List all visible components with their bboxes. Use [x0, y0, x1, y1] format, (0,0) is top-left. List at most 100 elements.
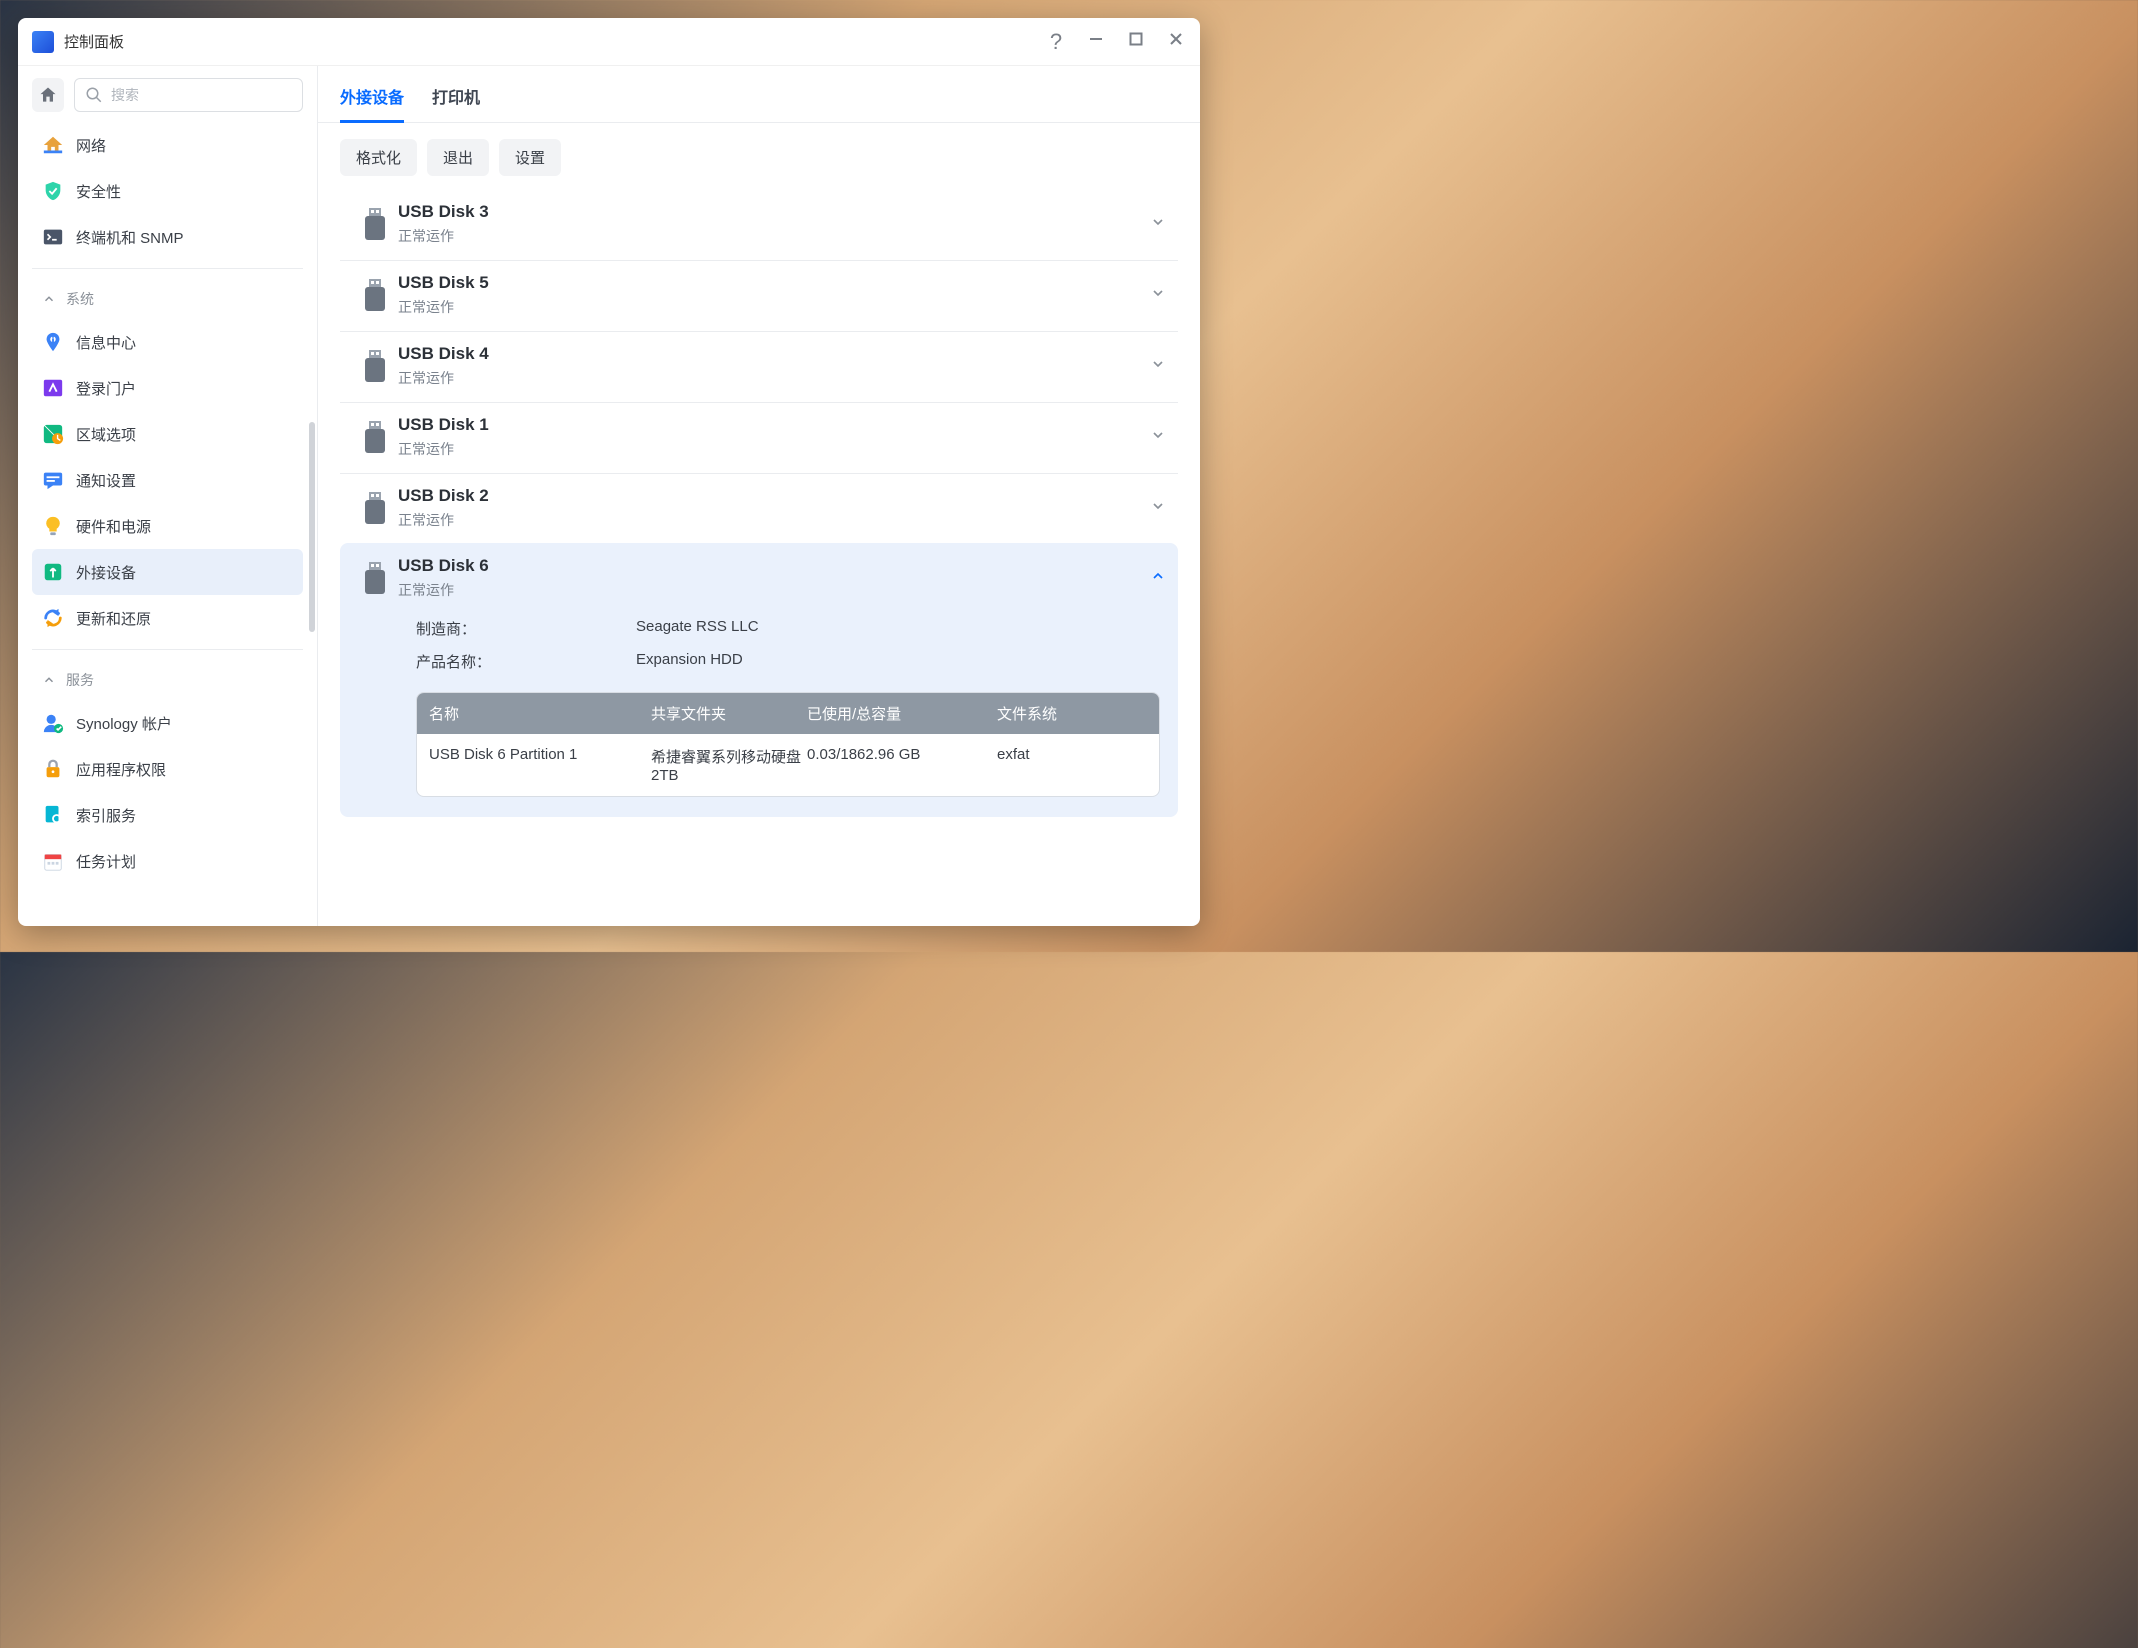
sidebar-item-label: 更新和还原 [76, 608, 151, 629]
sidebar-item-label: 索引服务 [76, 805, 136, 826]
partition-name: USB Disk 6 Partition 1 [429, 746, 651, 784]
main-panel: 外接设备 打印机 格式化 退出 设置 USB Disk 3 正常运作 [318, 66, 1200, 926]
maximize-button[interactable] [1126, 31, 1146, 52]
col-header-name: 名称 [429, 703, 651, 724]
partition-row[interactable]: USB Disk 6 Partition 1 希捷睿翼系列移动硬盘2TB 0.0… [417, 734, 1159, 796]
settings-button[interactable]: 设置 [499, 139, 561, 176]
device-status: 正常运作 [398, 368, 1150, 388]
eject-button[interactable]: 退出 [427, 139, 489, 176]
portal-icon [42, 377, 64, 399]
sidebar-item-network[interactable]: 网络 [32, 122, 303, 168]
help-button[interactable]: ? [1046, 29, 1066, 55]
tab-external-devices[interactable]: 外接设备 [340, 84, 404, 122]
sidebar-item-label: 任务计划 [76, 851, 136, 872]
partition-fs: exfat [997, 746, 1147, 784]
device-name: USB Disk 6 [398, 556, 1150, 576]
app-icon [32, 31, 54, 53]
lock-icon [42, 758, 64, 780]
usb-drive-icon [352, 278, 398, 312]
sidebar-item-app-privileges[interactable]: 应用程序权限 [32, 746, 303, 792]
sidebar-item-regional[interactable]: 区域选项 [32, 411, 303, 457]
sidebar-group-services[interactable]: 服务 [18, 658, 317, 700]
chevron-up-icon [42, 673, 56, 687]
sidebar-item-label: 网络 [76, 135, 106, 156]
usb-drive-icon [352, 420, 398, 454]
usb-drive-icon [352, 349, 398, 383]
sidebar-item-notification[interactable]: 通知设置 [32, 457, 303, 503]
device-row[interactable]: USB Disk 2 正常运作 [340, 473, 1178, 544]
account-icon [42, 712, 64, 734]
sidebar-scrollbar[interactable] [309, 422, 315, 632]
sidebar-item-login-portal[interactable]: 登录门户 [32, 365, 303, 411]
format-button[interactable]: 格式化 [340, 139, 417, 176]
action-bar: 格式化 退出 设置 [318, 123, 1200, 190]
sidebar-item-task-scheduler[interactable]: 任务计划 [32, 838, 303, 884]
manufacturer-value: Seagate RSS LLC [636, 618, 759, 639]
info-icon [42, 331, 64, 353]
chevron-down-icon [1150, 214, 1166, 235]
window-title: 控制面板 [64, 31, 1046, 52]
device-row[interactable]: USB Disk 3 正常运作 [340, 190, 1178, 260]
minimize-button[interactable] [1086, 31, 1106, 52]
sidebar-item-label: 区域选项 [76, 424, 136, 445]
home-button[interactable] [32, 78, 64, 112]
sidebar-item-label: 通知设置 [76, 470, 136, 491]
device-row[interactable]: USB Disk 5 正常运作 [340, 260, 1178, 331]
sidebar-item-info-center[interactable]: 信息中心 [32, 319, 303, 365]
network-icon [42, 134, 64, 156]
home-icon [38, 85, 58, 105]
device-row-expanded[interactable]: USB Disk 6 正常运作 [340, 543, 1178, 614]
device-name: USB Disk 3 [398, 202, 1150, 222]
usb-drive-icon [352, 561, 398, 595]
close-button[interactable] [1166, 31, 1186, 52]
col-header-fs: 文件系统 [997, 703, 1147, 724]
window-controls: ? [1046, 29, 1186, 55]
sidebar-item-label: 硬件和电源 [76, 516, 151, 537]
search-icon [85, 86, 103, 104]
sidebar-item-label: 安全性 [76, 181, 121, 202]
sidebar-item-label: 信息中心 [76, 332, 136, 353]
tab-printers[interactable]: 打印机 [432, 84, 480, 122]
sidebar-item-synology-account[interactable]: Synology 帐户 [32, 700, 303, 746]
col-header-usage: 已使用/总容量 [807, 703, 997, 724]
device-name: USB Disk 4 [398, 344, 1150, 364]
sidebar-item-security[interactable]: 安全性 [32, 168, 303, 214]
sidebar-item-hardware-power[interactable]: 硬件和电源 [32, 503, 303, 549]
chevron-down-icon [1150, 498, 1166, 519]
device-name: USB Disk 5 [398, 273, 1150, 293]
device-status: 正常运作 [398, 580, 1150, 600]
search-input[interactable] [111, 87, 292, 103]
device-row[interactable]: USB Disk 1 正常运作 [340, 402, 1178, 473]
sidebar-item-label: 终端机和 SNMP [76, 227, 184, 248]
sidebar-item-label: 登录门户 [76, 378, 136, 399]
sidebar-item-indexing[interactable]: 索引服务 [32, 792, 303, 838]
sidebar-item-external-devices[interactable]: 外接设备 [32, 549, 303, 595]
sidebar-item-label: Synology 帐户 [76, 713, 172, 734]
device-status: 正常运作 [398, 510, 1150, 530]
sidebar-item-update-restore[interactable]: 更新和还原 [32, 595, 303, 641]
terminal-icon [42, 226, 64, 248]
sidebar-group-system[interactable]: 系统 [18, 277, 317, 319]
device-status: 正常运作 [398, 439, 1150, 459]
usb-drive-icon [352, 207, 398, 241]
device-row[interactable]: USB Disk 4 正常运作 [340, 331, 1178, 402]
manufacturer-label: 制造商： [416, 618, 636, 639]
device-detail-panel: 制造商： Seagate RSS LLC 产品名称： Expansion HDD… [340, 610, 1178, 817]
device-status: 正常运作 [398, 297, 1150, 317]
sidebar-item-label: 外接设备 [76, 562, 136, 583]
chevron-up-icon [42, 292, 56, 306]
chevron-down-icon [1150, 285, 1166, 306]
document-search-icon [42, 804, 64, 826]
usb-drive-icon [352, 491, 398, 525]
control-panel-window: 控制面板 ? [18, 18, 1200, 926]
sidebar: 网络 安全性 终端机和 SNMP 系统 [18, 66, 318, 926]
sidebar-item-terminal-snmp[interactable]: 终端机和 SNMP [32, 214, 303, 260]
device-list: USB Disk 3 正常运作 USB Disk 5 正常运作 [318, 190, 1200, 926]
device-name: USB Disk 2 [398, 486, 1150, 506]
search-box[interactable] [74, 78, 303, 112]
partition-usage: 0.03/1862.96 GB [807, 746, 997, 784]
bulb-icon [42, 515, 64, 537]
titlebar: 控制面板 ? [18, 18, 1200, 66]
col-header-share: 共享文件夹 [651, 703, 807, 724]
partition-table: 名称 共享文件夹 已使用/总容量 文件系统 USB Disk 6 Partiti… [416, 692, 1160, 797]
